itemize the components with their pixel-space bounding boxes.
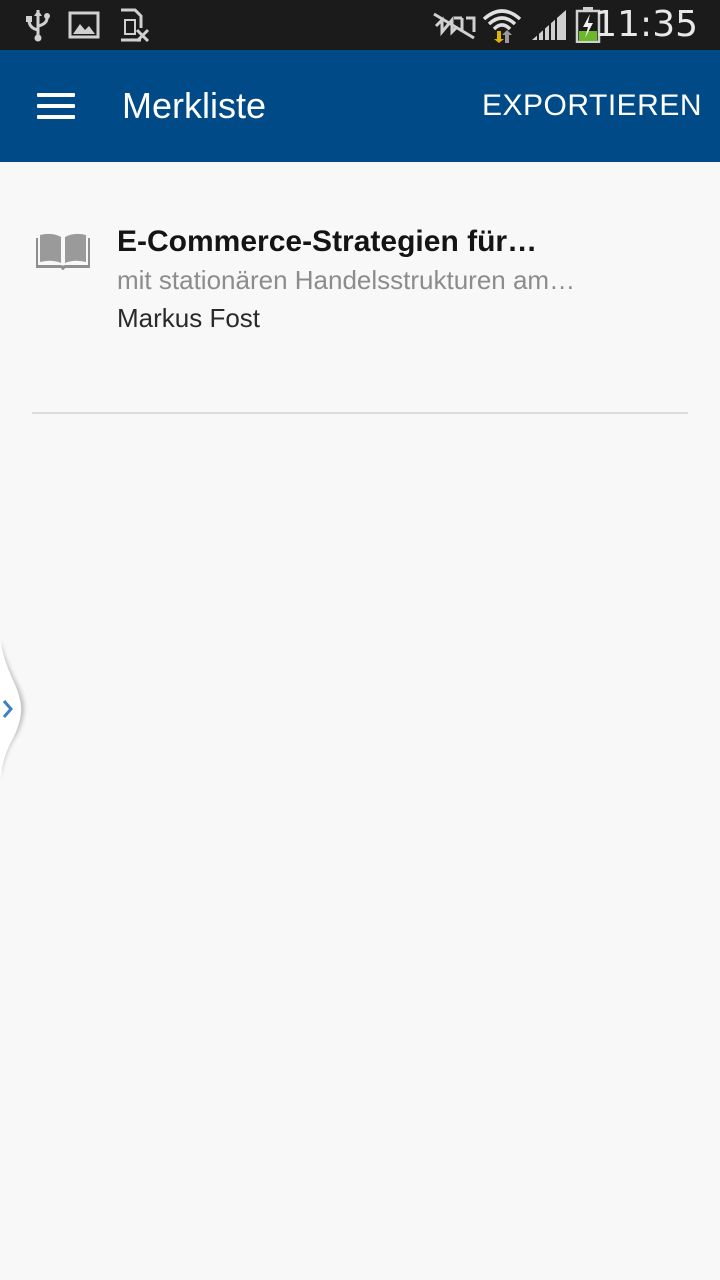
chevron-right-icon bbox=[2, 698, 14, 725]
usb-icon bbox=[24, 8, 52, 42]
export-button[interactable]: EXPORTIEREN bbox=[482, 86, 702, 126]
status-time: 11:35 bbox=[594, 4, 698, 45]
item-title: E-Commerce-Strategien für… bbox=[117, 225, 538, 258]
status-bar: 11:35 bbox=[0, 0, 720, 50]
book-icon bbox=[34, 232, 92, 272]
side-drawer-handle[interactable] bbox=[0, 640, 30, 780]
hamburger-menu-icon[interactable] bbox=[20, 74, 92, 138]
item-subtitle: mit stationären Handelsstrukturen am… bbox=[117, 265, 576, 295]
list-item[interactable]: E-Commerce-Strategien für… mit stationär… bbox=[0, 202, 720, 402]
image-notification-icon bbox=[68, 8, 100, 42]
no-sim-icon bbox=[118, 8, 150, 42]
nfc-off-icon bbox=[432, 8, 476, 42]
item-author: Markus Fost bbox=[117, 303, 261, 333]
bookmark-list: E-Commerce-Strategien für… mit stationär… bbox=[0, 162, 720, 1280]
wifi-icon bbox=[482, 8, 522, 43]
signal-icon bbox=[530, 8, 568, 42]
list-divider bbox=[32, 412, 688, 414]
app-bar: Merkliste EXPORTIEREN bbox=[0, 50, 720, 162]
page-title: Merkliste bbox=[122, 85, 267, 126]
